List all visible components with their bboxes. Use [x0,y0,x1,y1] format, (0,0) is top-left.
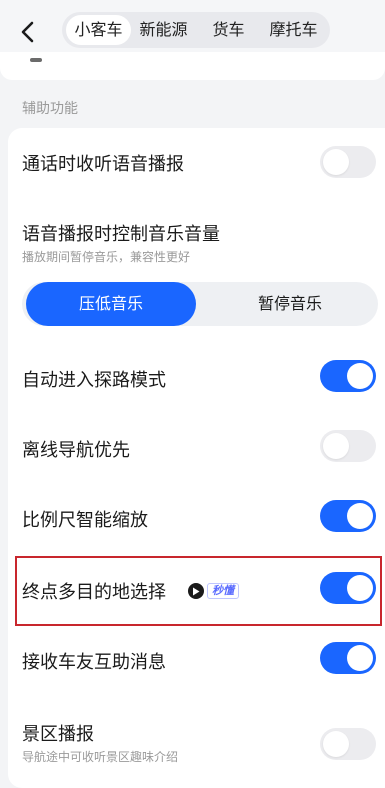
toggle-knob [347,645,373,671]
setting-label: 自动进入探路模式 [22,370,166,391]
toggle-knob [323,731,349,757]
toggle-knob [323,433,349,459]
setting-row-explore-mode: 自动进入探路模式 [0,358,385,398]
setting-label: 通话时收听语音播报 [22,154,184,175]
tab-truck[interactable]: 货车 [196,15,261,45]
setting-row-smart-zoom: 比例尺智能缩放 [0,498,385,538]
previous-card-edge [0,52,385,80]
smart-zoom-toggle[interactable] [320,500,376,532]
previous-card-mark [30,58,42,62]
badge-label: 秒懂 [207,583,239,599]
offline-nav-toggle[interactable] [320,430,376,462]
music-control-segmented: 压低音乐 暂停音乐 [22,282,378,326]
back-button[interactable] [10,14,46,50]
play-icon [188,583,204,599]
setting-label: 景区播报 [22,724,94,745]
section-title: 辅助功能 [22,101,78,117]
toggle-knob [347,363,373,389]
setting-row-call-voice: 通话时收听语音播报 [0,140,385,184]
setting-sub-label: 播放期间暂停音乐，兼容性更好 [22,250,191,264]
tab-new-energy[interactable]: 新能源 [131,15,196,45]
setting-row-friend-help: 接收车友互助消息 [0,640,385,680]
chevron-left-icon [21,21,34,43]
setting-row-music-control: 语音播报时控制音乐音量 播放期间暂停音乐，兼容性更好 [0,214,385,274]
tab-motorcycle[interactable]: 摩托车 [261,15,326,45]
toggle-knob [323,149,349,175]
setting-row-multi-destination: 终点多目的地选择 秒懂 [0,570,385,610]
setting-label: 比例尺智能缩放 [22,510,148,531]
setting-row-scenic-broadcast: 景区播报 导航途中可收听景区趣味介绍 [0,714,385,774]
setting-row-offline-nav: 离线导航优先 [0,428,385,468]
toggle-knob [347,503,373,529]
scenic-broadcast-toggle[interactable] [320,728,376,760]
pause-music-option[interactable]: 暂停音乐 [202,282,378,326]
explore-mode-toggle[interactable] [320,360,376,392]
lower-music-option[interactable]: 压低音乐 [26,282,196,326]
call-voice-toggle[interactable] [320,146,376,178]
toggle-knob [347,575,373,601]
setting-label: 终点多目的地选择 [22,582,166,603]
video-explain-badge[interactable]: 秒懂 [188,582,239,600]
setting-label: 接收车友互助消息 [22,652,166,673]
vehicle-type-tabs: 小客车 新能源 货车 摩托车 [62,12,330,48]
tab-car[interactable]: 小客车 [66,15,131,45]
setting-label: 离线导航优先 [22,440,130,461]
multi-destination-toggle[interactable] [320,572,376,604]
friend-help-toggle[interactable] [320,642,376,674]
setting-label: 语音播报时控制音乐音量 [22,224,220,245]
setting-sub-label: 导航途中可收听景区趣味介绍 [22,750,179,764]
